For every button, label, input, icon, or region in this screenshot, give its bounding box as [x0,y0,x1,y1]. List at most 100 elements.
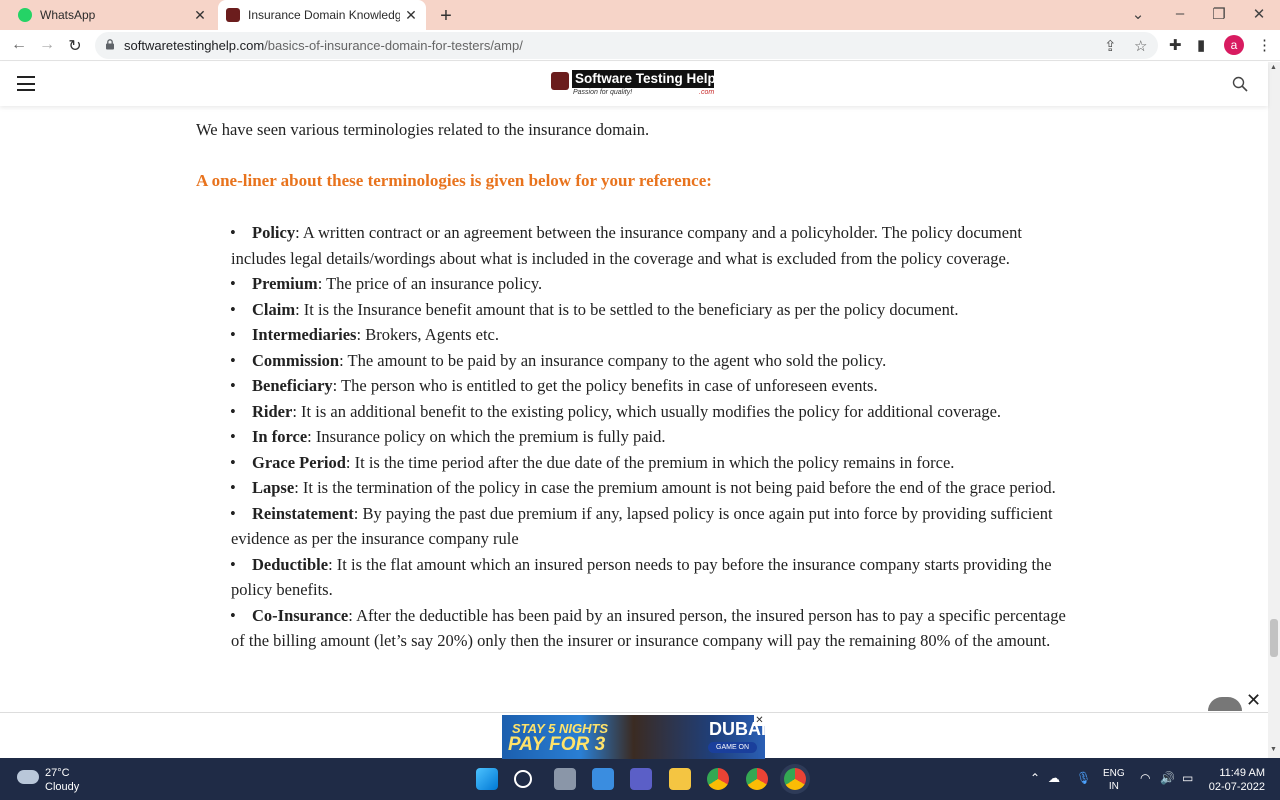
article-content: We have seen various terminologies relat… [0,106,1268,712]
term-definition: : A written contract or an agreement bet… [231,223,1022,268]
term-definition: : Insurance policy on which the premium … [307,427,666,446]
term-name: Grace Period [252,452,346,472]
term-definition: : It is the time period after the due da… [345,452,955,472]
close-tab-icon[interactable]: ✕ [404,8,418,22]
lock-icon [106,39,114,50]
tab-title: Insurance Domain Knowledge: Basics [248,8,400,22]
term-definition: : The amount to be paid by an insurance … [339,350,887,370]
term-definition: : It is an additional benefit to the exi… [292,401,1002,421]
extensions-icon[interactable]: ✚ [1169,36,1182,54]
list-item: Premium: The price of an insurance polic… [230,271,1076,297]
term-name: Beneficiary [252,376,333,395]
site-header: Software Testing Help Passion for qualit… [0,62,1268,106]
intro-paragraph: We have seen various terminologies relat… [196,120,650,139]
restore-icon[interactable]: ❐ [1209,5,1229,23]
close-ad-icon[interactable]: ✕ [1246,690,1261,711]
term-definition: : It is the termination of the policy in… [294,478,1056,497]
tab-title: WhatsApp [40,8,96,22]
share-icon[interactable]: ⇪ [1104,37,1117,55]
page-scrollbar[interactable]: ▲ ▼ [1268,62,1280,758]
scroll-up-icon[interactable]: ▲ [1270,64,1277,71]
minimize-icon[interactable]: – [1170,5,1190,22]
section-heading: A one-liner about these terminologies is… [196,171,712,190]
logo-suffix: .com [699,89,715,96]
forward-icon[interactable]: → [38,36,56,54]
term-definition: : It is the flat amount which an insured… [231,554,1052,600]
browser-toolbar: ← → ↻ softwaretestinghelp.com/basics-of-… [0,30,1280,61]
tab-strip: WhatsApp ✕ Insurance Domain Knowledge: B… [0,0,1280,30]
clock[interactable]: 11:49 AM 02-07-2022 [1205,766,1265,794]
close-tab-icon[interactable]: ✕ [193,8,207,22]
url-text: softwaretestinghelp.com/basics-of-insura… [124,38,523,53]
term-name: Claim [252,299,296,319]
terminology-list: Policy: A written contract or an agreeme… [230,220,1076,654]
site-logo[interactable]: Software Testing Help Passion for qualit… [551,70,716,98]
chrome-icon[interactable] [707,768,729,790]
list-item: Intermediaries: Brokers, Agents etc. [230,322,1076,348]
list-item: Claim: It is the Insurance benefit amoun… [230,297,1076,323]
scrollbar-thumb[interactable] [1270,619,1278,657]
logo-text: Software Testing Help [572,70,716,88]
ad-line2: PAY FOR 3 [508,734,606,755]
teams-icon[interactable] [630,768,652,790]
close-window-icon[interactable]: ✕ [1249,5,1269,23]
ad-banner[interactable]: STAY 5 NIGHTS PAY FOR 3 DUBAI GAME ON ✕ [502,715,765,759]
list-item: Policy: A written contract or an agreeme… [230,220,1076,271]
ad-banner-bar: STAY 5 NIGHTS PAY FOR 3 DUBAI GAME ON ✕ [0,712,1268,759]
chrome-profile-icon[interactable] [746,768,768,790]
term-name: Policy [252,223,296,242]
weather-temp: 27°C [45,767,70,779]
side-panel-icon[interactable]: ▮ [1197,36,1205,54]
tab-search-icon[interactable]: ⌄ [1128,5,1148,23]
term-definition: : Brokers, Agents etc. [356,325,499,344]
address-bar[interactable]: softwaretestinghelp.com/basics-of-insura… [95,32,1158,59]
term-definition: : By paying the past due premium if any,… [231,503,1053,549]
list-item: Rider: It is an additional benefit to th… [230,399,1076,425]
term-name: Intermediaries [252,325,357,344]
volume-icon[interactable]: 🔊 [1160,771,1175,785]
list-item: Lapse: It is the termination of the poli… [230,475,1076,501]
list-item: Co-Insurance: After the deductible has b… [230,603,1076,654]
term-definition: : The person who is entitled to get the … [332,376,878,395]
profile-avatar[interactable]: a [1224,35,1244,55]
search-icon[interactable] [1232,76,1248,92]
term-definition: : The price of an insurance policy. [317,274,543,293]
menu-kebab-icon[interactable]: ⋮ [1257,36,1272,54]
microphone-icon[interactable]: 🎙 [1076,771,1091,785]
search-icon[interactable] [514,770,532,788]
battery-icon[interactable]: ▭ [1182,771,1193,785]
scroll-down-icon[interactable]: ▼ [1270,746,1277,753]
list-item: Grace Period: It is the time period afte… [230,450,1076,476]
list-item: Beneficiary: The person who is entitled … [230,373,1076,399]
bookmark-star-icon[interactable]: ☆ [1134,37,1147,55]
term-name: Deductible [252,554,329,574]
reload-icon[interactable]: ↻ [66,36,84,56]
hamburger-menu-icon[interactable] [17,76,35,91]
new-tab-icon[interactable]: + [436,5,456,28]
file-explorer-icon[interactable] [669,768,691,790]
chrome-active-icon[interactable] [784,768,806,790]
logo-mark-icon [551,72,569,90]
windows-taskbar: 27°C Cloudy ⌃ ☁ 🎙 ENG IN ◠ 🔊 ▭ 11:49 AM 02… [0,758,1280,800]
ad-cta-button[interactable]: GAME ON [708,742,758,753]
chevron-up-icon[interactable]: ⌃ [1030,771,1040,785]
term-name: Premium [252,274,318,293]
tab-insurance-domain[interactable]: Insurance Domain Knowledge: Basics ✕ [218,0,426,30]
notepad-icon[interactable] [592,768,614,790]
windows-start-icon[interactable] [476,768,498,790]
term-name: Lapse [252,478,295,497]
whatsapp-icon [18,8,32,22]
wifi-icon[interactable]: ◠ [1140,771,1150,785]
term-name: Co-Insurance [252,605,349,625]
back-icon[interactable]: ← [10,36,28,54]
ad-close-icon[interactable]: ✕ [754,715,765,726]
task-view-icon[interactable] [554,768,576,790]
tab-whatsapp[interactable]: WhatsApp ✕ [10,0,215,30]
term-definition: : It is the Insurance benefit amount tha… [295,299,959,319]
list-item: In force: Insurance policy on which the … [230,424,1076,450]
onedrive-icon[interactable]: ☁ [1048,771,1060,785]
list-item: Deductible: It is the flat amount which … [230,552,1076,603]
list-item: Commission: The amount to be paid by an … [230,348,1076,374]
term-definition: : After the deductible has been paid by … [231,605,1066,651]
language-indicator[interactable]: ENG IN [1103,767,1125,793]
